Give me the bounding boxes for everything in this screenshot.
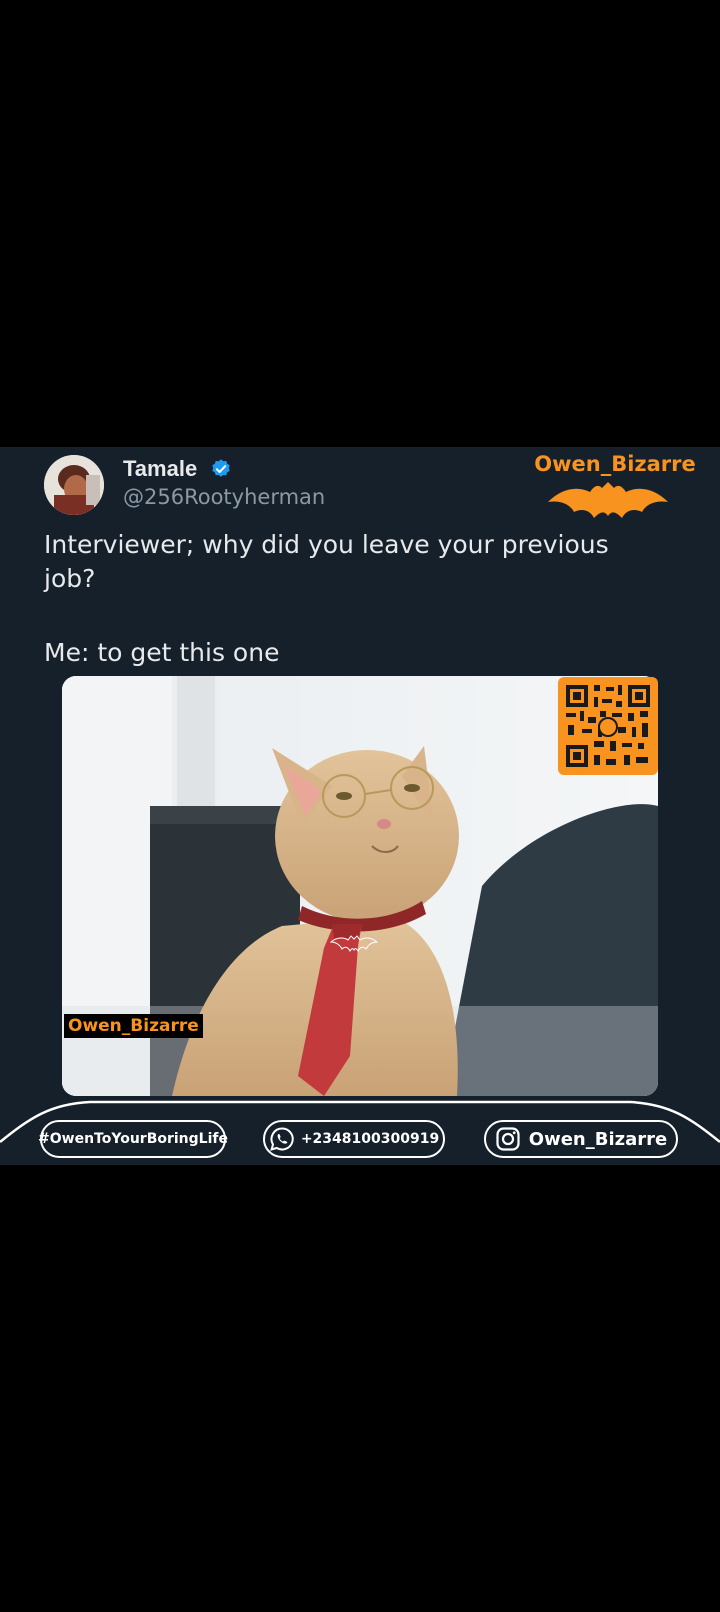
tweet-text-line-3: Me: to get this one: [44, 638, 280, 667]
hashtag-pill[interactable]: #OwenToYourBoringLife: [38, 1120, 228, 1158]
image-watermark: Owen_Bizarre: [64, 1014, 203, 1038]
brand-logo-text: Owen_Bizarre: [534, 452, 696, 476]
user-handle[interactable]: @256Rootyherman: [123, 485, 325, 509]
bat-logo-icon: [548, 482, 668, 518]
tweet-text-line-2: job?: [44, 564, 96, 593]
instagram-icon: [496, 1127, 520, 1151]
qr-code-icon[interactable]: [558, 677, 658, 775]
avatar[interactable]: [44, 455, 104, 515]
whatsapp-icon: [269, 1127, 294, 1151]
display-name[interactable]: Tamale: [123, 456, 197, 482]
verified-badge-icon: [212, 459, 230, 477]
hashtag-text: #OwenToYourBoringLife: [38, 1131, 228, 1147]
tweet-text-line-1: Interviewer; why did you leave your prev…: [44, 530, 609, 559]
bat-watermark-icon: [330, 935, 378, 952]
instagram-handle: Owen_Bizarre: [528, 1128, 668, 1150]
whatsapp-pill[interactable]: +2348100300919: [263, 1120, 445, 1158]
phone-number: +2348100300919: [300, 1131, 440, 1147]
instagram-pill[interactable]: Owen_Bizarre: [484, 1120, 678, 1158]
